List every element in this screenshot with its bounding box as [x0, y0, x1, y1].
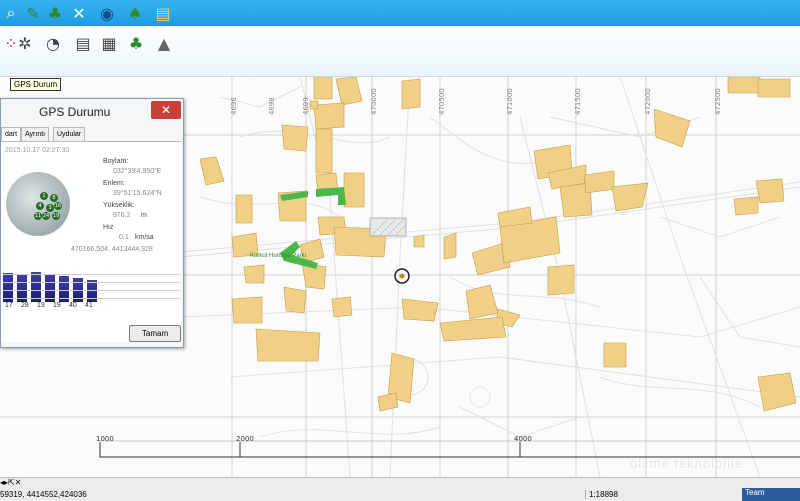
longitude-value: 032°39'4.950"E [113, 168, 162, 175]
satellite-id-label: 40 [69, 302, 77, 309]
speed-label: Hız [103, 224, 114, 231]
close-button[interactable]: ✕ [151, 101, 181, 119]
dialog-title: GPS Durumu [39, 105, 111, 119]
satellite-marker: 8 [50, 194, 58, 202]
park-label: Korkut Hurisiye Parkı [250, 253, 307, 259]
satellite-marker: 19 [52, 212, 60, 220]
dialog-panel: 2015.10.17 02:27:30 1 8 4 3 16 24 19 11 … [1, 141, 181, 342]
grid-tick-label: 472000 [644, 88, 652, 115]
signal-strength-bars [3, 268, 179, 302]
satellite-marker: 16 [54, 202, 62, 210]
satellite-id-label: 13 [37, 302, 45, 309]
satellite-marker: 24 [42, 212, 50, 220]
scale-label: 4000 [514, 435, 532, 443]
pencil-icon[interactable]: ✎ [22, 2, 44, 24]
gps-status-dialog: GPS Durumu ✕ dart Ayrıntı Uydular 2015.1… [0, 98, 184, 348]
satellite-id-label: 19 [53, 302, 61, 309]
latitude-value: 39°51'15.624"N [113, 190, 162, 197]
bonsai-icon[interactable]: ♣ [125, 32, 147, 54]
satellite-marker: 11 [34, 212, 42, 220]
status-icons: ◂▸⇱✕ [0, 478, 22, 487]
tree-icon[interactable]: ♣ [44, 2, 66, 24]
projected-coords-value: 470166,504, 4413444,928 [71, 246, 153, 253]
grid-tick-label: 470500 [438, 88, 446, 115]
satellite-id-label: 41 [85, 302, 93, 309]
satellite-marker: 1 [40, 192, 48, 200]
satellite-id-label: 28 [21, 302, 29, 309]
table-document-icon[interactable]: ▦ [98, 32, 120, 54]
dialog-titlebar[interactable]: GPS Durumu ✕ [1, 99, 183, 123]
tab-satellites[interactable]: Uydular [53, 127, 86, 141]
search-icon[interactable]: ⌕ [0, 2, 22, 24]
satellite-marker: 4 [36, 202, 44, 210]
watermark: ölçme teknolojile [630, 456, 744, 471]
grid-tick-label: 4696 [230, 97, 238, 115]
longitude-label: Boylam: [103, 158, 129, 165]
altitude-unit: m [141, 212, 147, 219]
satellite-id-label: 17 [5, 302, 13, 309]
grid-tick-label: 470000 [370, 88, 378, 115]
grid-tick-label: 472500 [714, 88, 722, 115]
compass-icon[interactable]: ◔ [42, 32, 64, 54]
tab-standard[interactable]: dart [1, 127, 22, 141]
road-icon[interactable]: ▲ [153, 32, 175, 54]
satellite-marker: 3 [46, 204, 54, 212]
grid-tick-label: 4698 [268, 97, 276, 115]
scale-label: 2000 [236, 435, 254, 443]
grid-tick-label: 471500 [574, 88, 582, 115]
ok-button[interactable]: Tamam [129, 325, 181, 342]
cursor-coordinates: 59319, 4414552,424036 [0, 490, 87, 499]
grid-tick-label: 4699 [302, 97, 310, 115]
status-bar: ◂▸⇱✕ 59319, 4414552,424036 1:18898 Team [0, 477, 800, 501]
top-toolbar: ⌕ ✎ ♣ ✕ ◉ ♠ ▤ [0, 0, 800, 26]
taskbar-item[interactable]: Team [742, 488, 800, 501]
secondary-toolbar: ⁘ ✲ ◔ ▤ ▦ ♣ ▲ [0, 26, 800, 77]
gps-datetime: 2015.10.17 02:27:30 [5, 147, 70, 154]
speed-unit: km/sa [135, 234, 154, 241]
speed-value: 0,1 [119, 234, 129, 241]
satellite-skyplot: 1 8 4 3 16 24 19 11 [6, 172, 70, 236]
altitude-label: Yükseklik: [103, 202, 135, 209]
altitude-value: 976,2 [113, 212, 131, 219]
scale-label: 1000 [96, 435, 114, 443]
map-scale: 1:18898 [585, 490, 639, 499]
latitude-label: Enlem: [103, 180, 125, 187]
list-document-icon[interactable]: ▤ [72, 32, 94, 54]
globe-icon[interactable]: ◉ [96, 2, 118, 24]
grid-tick-label: 471000 [506, 88, 514, 115]
tree-map-icon[interactable]: ♠ [124, 2, 146, 24]
document-icon[interactable]: ▤ [152, 2, 174, 24]
gps-tooltip: GPS Durum [10, 78, 62, 91]
tab-detail[interactable]: Ayrıntı [21, 127, 50, 141]
compass-rose-icon[interactable]: ✲ [14, 32, 36, 54]
tools-icon[interactable]: ✕ [68, 2, 90, 24]
